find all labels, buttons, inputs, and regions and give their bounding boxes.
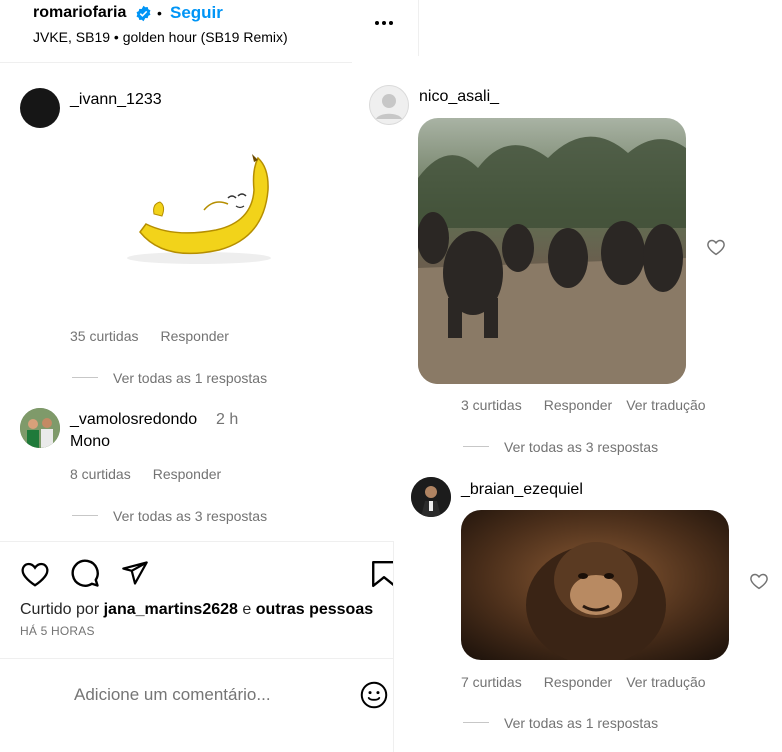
save-button[interactable] bbox=[371, 560, 393, 588]
smiley-icon bbox=[360, 681, 388, 709]
follow-button[interactable]: Seguir bbox=[170, 3, 223, 23]
view-replies-button[interactable]: Ver todas as 1 respostas bbox=[504, 715, 658, 731]
paper-plane-icon bbox=[122, 561, 148, 585]
comment-meta: 7 curtidas Responder Ver tradução bbox=[461, 674, 706, 690]
heart-icon bbox=[707, 239, 725, 256]
replies-line bbox=[72, 515, 98, 516]
like-button[interactable] bbox=[20, 560, 50, 588]
liked-and: e bbox=[242, 601, 252, 618]
reply-button[interactable]: Responder bbox=[544, 397, 613, 413]
replies-line bbox=[463, 446, 489, 447]
bookmark-icon bbox=[372, 560, 393, 588]
comment-like-button[interactable] bbox=[706, 238, 726, 256]
post-author-username[interactable]: romariofaria bbox=[33, 4, 126, 22]
comment-meta: 8 curtidas Responder bbox=[70, 466, 221, 482]
audio-track-link[interactable]: JVKE, SB19 • golden hour (SB19 Remix) bbox=[33, 29, 288, 45]
comment-like-button[interactable] bbox=[749, 572, 769, 590]
translate-button[interactable]: Ver tradução bbox=[626, 397, 705, 413]
liked-by-text: Curtido por jana_martins2628 e outras pe… bbox=[20, 601, 373, 619]
heart-icon bbox=[750, 573, 768, 590]
comment-username[interactable]: _braian_ezequiel bbox=[461, 481, 583, 499]
more-options-button[interactable] bbox=[372, 14, 396, 32]
comment-input[interactable] bbox=[74, 683, 344, 707]
likes-count[interactable]: 8 curtidas bbox=[70, 466, 131, 482]
comment-username[interactable]: _vamolosredondo bbox=[70, 411, 197, 429]
view-replies-button[interactable]: Ver todas as 1 respostas bbox=[113, 370, 267, 386]
replies-line bbox=[463, 722, 489, 723]
banana-sticker-image bbox=[124, 150, 274, 270]
liked-user-link[interactable]: jana_martins2628 bbox=[104, 601, 238, 618]
comment-meta: 3 curtidas Responder Ver tradução bbox=[461, 397, 706, 413]
header-dot: • bbox=[157, 5, 162, 21]
heart-icon bbox=[21, 562, 49, 587]
view-replies-button[interactable]: Ver todas as 3 respostas bbox=[504, 439, 658, 455]
liked-others-link[interactable]: outras pessoas bbox=[256, 601, 373, 618]
avatar[interactable] bbox=[369, 85, 409, 125]
comments-divider bbox=[0, 62, 352, 63]
monkey-gif-image bbox=[461, 510, 729, 660]
emoji-button[interactable] bbox=[360, 681, 388, 709]
actions-divider bbox=[0, 541, 393, 542]
comment-button[interactable] bbox=[70, 558, 100, 588]
comment-text: Mono bbox=[70, 433, 111, 450]
verified-badge-icon bbox=[135, 5, 152, 22]
share-button[interactable] bbox=[120, 559, 150, 587]
likes-count[interactable]: 3 curtidas bbox=[461, 397, 522, 413]
post-time[interactable]: HÁ 5 HORAS bbox=[20, 624, 95, 638]
comment-time: 2 h bbox=[216, 411, 239, 428]
view-replies-button[interactable]: Ver todas as 3 respostas bbox=[113, 508, 267, 524]
post-header: romariofaria • Seguir JVKE, SB19 • golde… bbox=[33, 3, 413, 51]
comment-box-divider bbox=[0, 658, 393, 659]
liked-prefix: Curtido por bbox=[20, 601, 100, 618]
more-horizontal-icon bbox=[375, 21, 393, 25]
avatar[interactable] bbox=[20, 88, 60, 128]
comment-meta: 35 curtidas Responder bbox=[70, 328, 229, 344]
comment-username[interactable]: _ivann_1233 bbox=[70, 91, 162, 109]
panel-divider bbox=[393, 541, 394, 752]
likes-count[interactable]: 35 curtidas bbox=[70, 328, 138, 344]
avatar[interactable] bbox=[20, 408, 60, 448]
replies-line bbox=[72, 377, 98, 378]
avatar[interactable] bbox=[411, 477, 451, 517]
reply-button[interactable]: Responder bbox=[544, 674, 613, 690]
translate-button[interactable]: Ver tradução bbox=[626, 674, 705, 690]
likes-count[interactable]: 7 curtidas bbox=[461, 674, 522, 690]
reply-button[interactable]: Responder bbox=[153, 466, 222, 482]
reply-button[interactable]: Responder bbox=[160, 328, 229, 344]
header-divider bbox=[418, 0, 419, 56]
comment-bubble-icon bbox=[71, 559, 99, 587]
gorilla-gif-image bbox=[418, 118, 686, 384]
comment-username[interactable]: nico_asali_ bbox=[419, 88, 499, 106]
